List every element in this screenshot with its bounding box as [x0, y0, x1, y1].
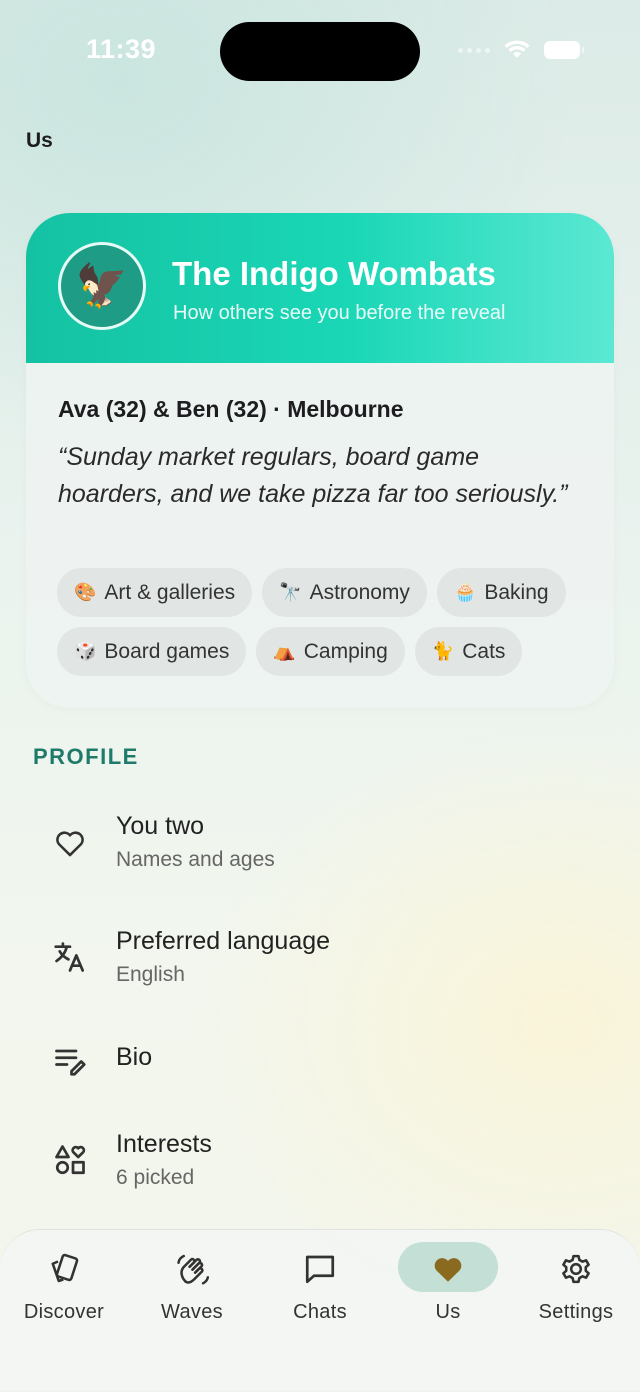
cupcake-icon: 🧁 — [453, 582, 477, 602]
tab-label: Waves — [161, 1301, 223, 1323]
bottom-tab-bar: Discover Waves Chats Us Settings — [0, 1229, 640, 1392]
team-subtitle: How others see you before the reveal — [173, 302, 506, 324]
gear-icon — [557, 1250, 595, 1288]
cellular-signal-icon — [458, 47, 490, 53]
interest-chip: ⛺ Camping — [256, 627, 405, 676]
chat-bubble-icon — [301, 1250, 339, 1288]
interest-label: Art & galleries — [104, 580, 236, 604]
shapes-icon — [50, 1140, 90, 1180]
row-title: You two — [116, 812, 205, 840]
tab-chats[interactable]: Chats — [256, 1230, 384, 1340]
interest-label: Board games — [104, 639, 230, 663]
dice-icon: 🎲 — [74, 641, 97, 661]
row-title: Preferred language — [116, 927, 331, 955]
row-subtitle: Names and ages — [116, 848, 275, 871]
battery-icon — [544, 41, 584, 59]
dynamic-island — [220, 22, 420, 81]
status-time: 11:39 — [86, 34, 157, 64]
team-name: The Indigo Wombats — [172, 255, 496, 292]
cat-icon: 🐈 — [431, 641, 455, 661]
row-subtitle: 6 picked — [116, 1166, 195, 1189]
profile-row-bio[interactable]: Bio — [0, 1035, 640, 1115]
interest-chip: 🧁 Baking — [436, 568, 566, 617]
interest-chip: 🎨 Art & galleries — [57, 568, 253, 617]
interest-chip: 🎲 Board games — [57, 627, 247, 676]
palette-icon: 🎨 — [74, 582, 97, 602]
tab-waves[interactable]: Waves — [128, 1230, 256, 1340]
interest-chips: 🎨 Art & galleries 🔭 Astronomy 🧁 Baking 🎲… — [57, 568, 597, 676]
interest-chip: 🐈 Cats — [414, 627, 523, 676]
profile-row-language[interactable]: Preferred language English — [0, 920, 640, 1000]
tab-label: Settings — [538, 1301, 614, 1323]
eagle-icon: 🦅 — [58, 242, 146, 330]
bio-quote: “Sunday market regulars, board game hoar… — [58, 443, 568, 508]
waving-hand-icon — [173, 1250, 211, 1288]
row-title: Interests — [116, 1130, 212, 1158]
interest-label: Astronomy — [309, 580, 410, 604]
row-title: Bio — [116, 1043, 153, 1071]
tab-settings[interactable]: Settings — [512, 1230, 640, 1340]
interest-label: Cats — [462, 639, 506, 663]
interest-label: Camping — [303, 639, 388, 663]
heart-filled-icon — [429, 1250, 467, 1288]
wifi-icon — [504, 40, 530, 58]
translate-icon — [50, 937, 90, 977]
profile-row-you-two[interactable]: You two Names and ages — [0, 805, 640, 885]
edit-note-icon — [50, 1040, 90, 1080]
page-title: Us — [26, 129, 53, 152]
tent-icon: ⛺ — [273, 641, 296, 661]
interest-chip: 🔭 Astronomy — [262, 568, 427, 617]
tab-discover[interactable]: Discover — [0, 1230, 128, 1340]
tab-label: Chats — [293, 1301, 347, 1323]
couple-summary: Ava (32) & Ben (32) · Melbourne — [58, 396, 404, 422]
row-subtitle: English — [116, 963, 185, 986]
heart-outline-icon — [50, 823, 90, 863]
telescope-icon: 🔭 — [279, 582, 302, 602]
couple-card: 🦅 The Indigo Wombats How others see you … — [26, 213, 614, 708]
tab-label: Us — [435, 1301, 461, 1323]
tab-us[interactable]: Us — [384, 1230, 512, 1340]
status-icons — [458, 40, 584, 60]
profile-row-interests[interactable]: Interests 6 picked — [0, 1123, 640, 1203]
tab-label: Discover — [23, 1301, 105, 1323]
cards-icon — [45, 1250, 83, 1288]
profile-section-label: PROFILE — [33, 744, 139, 769]
card-header: 🦅 The Indigo Wombats How others see you … — [26, 213, 614, 363]
interest-label: Baking — [484, 580, 549, 604]
